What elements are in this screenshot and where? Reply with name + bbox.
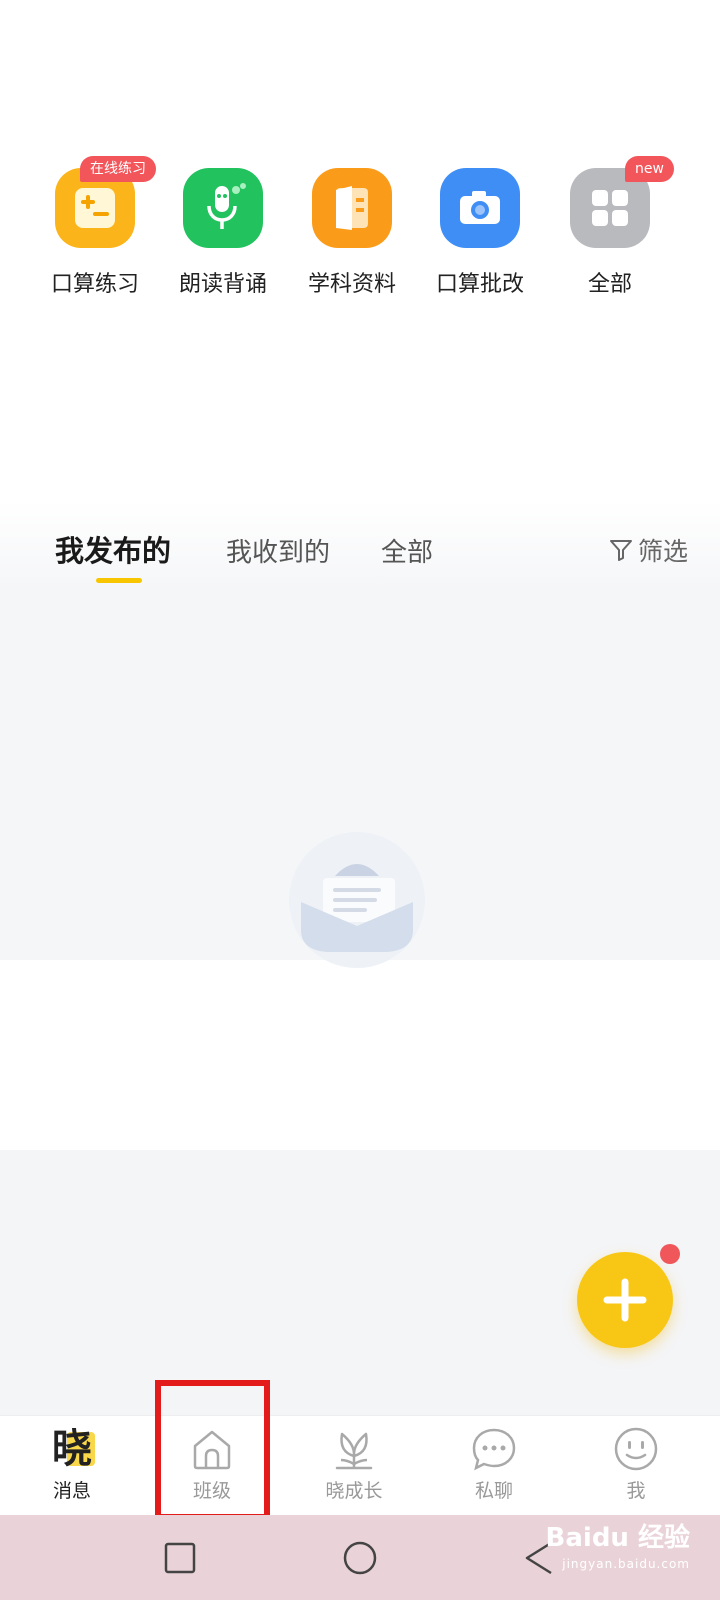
nav-label: 私聊 — [474, 1480, 513, 1502]
tool-subject-materials[interactable]: 学科资料 — [287, 150, 417, 310]
system-navigation-bar: Baidu 经验 jingyan.baidu.com — [0, 1515, 720, 1600]
app-screen: 在线练习 口算练习 朗读背诵 学科资料 口算批改 new 全部 我发布的 我收到… — [0, 0, 720, 1600]
square-recent-icon[interactable] — [155, 1533, 205, 1583]
nav-item-growth[interactable]: 晓成长 — [282, 1416, 426, 1516]
tab-my-published[interactable]: 我发布的 — [55, 528, 171, 570]
tool-read-aloud[interactable]: 朗读背诵 — [158, 150, 288, 310]
xiao-logo-icon: 晓 — [47, 1424, 97, 1474]
nav-label: 消息 — [52, 1480, 91, 1502]
bottom-nav-bar: 晓 消息 班级 晓成长 私聊 我 — [0, 1415, 720, 1515]
active-tab-indicator — [96, 578, 142, 583]
tool-oral-grading[interactable]: 口算批改 — [415, 150, 545, 310]
baidu-watermark: Baidu 经验 jingyan.baidu.com — [545, 1523, 690, 1571]
circle-home-icon[interactable] — [335, 1533, 385, 1583]
nav-label: 我 — [626, 1480, 646, 1502]
book-icon — [312, 168, 392, 248]
annotation-highlight-box — [155, 1380, 270, 1520]
tool-label: 口算练习 — [50, 272, 139, 297]
feed-section: 我发布的 我收到的 全部 筛选 — [0, 500, 720, 968]
chat-bubble-icon — [469, 1424, 519, 1474]
microphone-icon — [183, 168, 263, 248]
tool-label: 口算批改 — [435, 272, 524, 297]
nav-item-messages[interactable]: 晓 消息 — [0, 1416, 144, 1516]
plus-icon — [603, 1278, 647, 1322]
tool-label: 朗读背诵 — [178, 272, 267, 297]
tab-all[interactable]: 全部 — [381, 532, 433, 569]
empty-envelope-illustration — [287, 830, 427, 970]
tool-all[interactable]: new 全部 — [545, 150, 675, 310]
filter-button[interactable]: 筛选 — [608, 532, 688, 568]
quick-tools-row: 在线练习 口算练习 朗读背诵 学科资料 口算批改 new 全部 — [0, 150, 720, 310]
tulip-icon — [329, 1424, 379, 1474]
tool-label: 全部 — [587, 272, 632, 297]
notification-dot — [660, 1244, 680, 1264]
filter-icon — [609, 540, 632, 561]
tool-label: 学科资料 — [307, 272, 396, 297]
nav-label: 晓成长 — [325, 1480, 383, 1502]
smiley-icon — [611, 1424, 661, 1474]
camera-icon — [440, 168, 520, 248]
badge-new: new — [625, 156, 674, 182]
filter-label: 筛选 — [637, 537, 688, 566]
tab-received[interactable]: 我收到的 — [226, 532, 330, 569]
create-post-button[interactable] — [577, 1252, 673, 1348]
nav-item-private-chat[interactable]: 私聊 — [422, 1416, 566, 1516]
tool-oral-arithmetic[interactable]: 在线练习 口算练习 — [30, 150, 160, 310]
badge-online-practice: 在线练习 — [80, 156, 156, 182]
nav-item-me[interactable]: 我 — [564, 1416, 708, 1516]
